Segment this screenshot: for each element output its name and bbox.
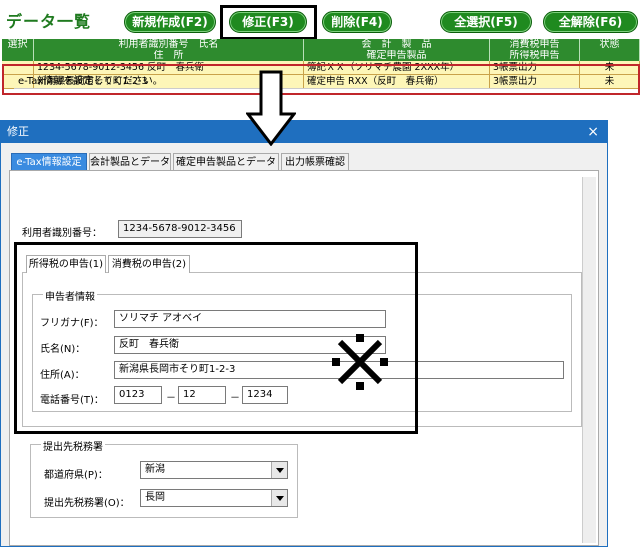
reference-mark-icon [332, 334, 388, 390]
dialog-titlebar: 修正 × [1, 121, 607, 143]
cell-final-return-product: 確定申告 RXX（反町 春兵衛） [304, 75, 490, 89]
new-button[interactable]: 新規作成(F2) [124, 11, 216, 33]
tab-accounting-data[interactable]: 会計製品とデータ [89, 153, 171, 171]
delete-button[interactable]: 削除(F4) [322, 11, 392, 33]
header-status: 状態 [580, 39, 640, 50]
divider [14, 88, 580, 89]
prefecture-select[interactable]: 新潟 [140, 461, 288, 479]
header-income-tax: 所得税申告 [490, 50, 580, 61]
header-select: 選択 [2, 39, 34, 50]
tab-etax-settings[interactable]: e-Tax情報設定 [11, 153, 87, 171]
user-id-label: 利用者識別番号： [22, 228, 102, 239]
select-all-button[interactable]: 全選択(F5) [440, 11, 532, 33]
header-accounting-product: 会 計 製 品 [304, 39, 490, 50]
description-text: e-Tax情報を設定してください。 [18, 76, 163, 87]
prefecture-value: 新潟 [145, 464, 165, 475]
cell-accounting-product: 簿記ＸＸ（ソリマチ農園 2XXX年） [304, 61, 490, 75]
header-final-return-product: 確定申告製品 [304, 50, 490, 61]
header-consumption-tax: 消費税申告 [490, 39, 580, 50]
cell-consumption-tax: 3帳票出力 [490, 61, 580, 75]
dialog-title: 修正 [7, 125, 29, 138]
chevron-down-icon[interactable] [271, 490, 287, 506]
cell-status: 未 [580, 61, 640, 75]
tax-office-select[interactable]: 長岡 [140, 489, 288, 507]
deselect-all-button[interactable]: 全解除(F6) [543, 11, 638, 33]
header-user-id-name: 利用者識別番号 氏名 [34, 39, 304, 50]
table-header-row: 住 所 確定申告製品 所得税申告 [2, 50, 640, 61]
tax-office-label: 提出先税務署(O)： [44, 498, 130, 509]
tab-output-forms[interactable]: 出力帳票確認 [281, 153, 349, 171]
close-icon[interactable]: × [587, 121, 599, 143]
header-address: 住 所 [34, 50, 304, 61]
cell-status: 未 [580, 75, 640, 89]
header-blank [580, 50, 640, 61]
tax-office-value: 長岡 [145, 492, 165, 503]
list-title: データ一覧 [6, 12, 92, 31]
tax-office-title: 提出先税務署 [41, 438, 105, 453]
table-header-row: 選択 利用者識別番号 氏名 会 計 製 品 消費税申告 状態 [2, 39, 640, 50]
chevron-down-icon[interactable] [271, 462, 287, 478]
down-arrow-icon [246, 70, 296, 146]
header-blank [2, 50, 34, 61]
edit-button-highlight [220, 5, 317, 40]
tab-final-return-data[interactable]: 確定申告製品とデータ [173, 153, 279, 171]
cell-income-tax: 3帳票出力 [490, 75, 580, 89]
prefecture-label: 都道府県(P)： [44, 470, 108, 481]
user-id-field: 1234-5678-9012-3456 [118, 220, 242, 238]
scrollbar[interactable] [582, 177, 596, 543]
